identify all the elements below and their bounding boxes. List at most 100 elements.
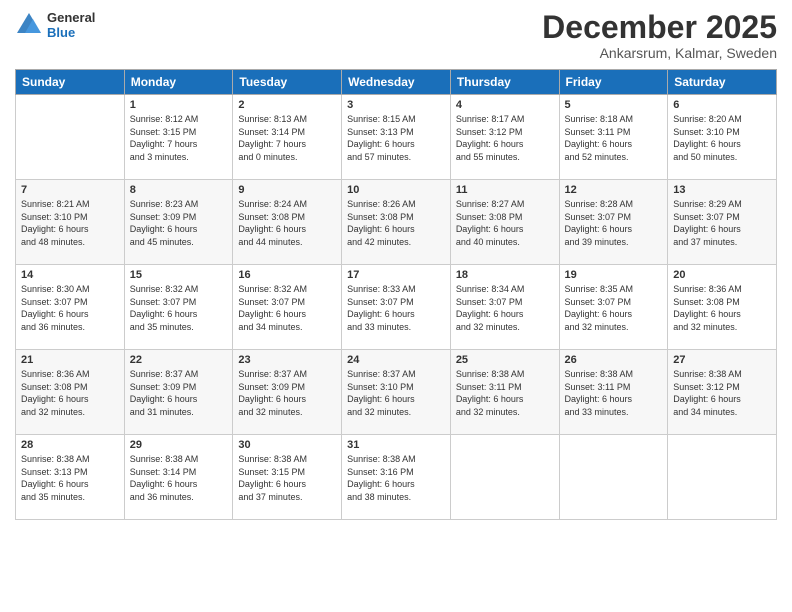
day-number: 5 <box>565 99 663 111</box>
day-number: 12 <box>565 184 663 196</box>
header-friday: Friday <box>559 70 668 95</box>
calendar-cell: 10 Sunrise: 8:26 AM Sunset: 3:08 PM Dayli… <box>342 180 451 265</box>
day-info: Sunrise: 8:28 AM Sunset: 3:07 PM Dayligh… <box>565 198 663 248</box>
day-info: Sunrise: 8:38 AM Sunset: 3:15 PM Dayligh… <box>238 453 336 503</box>
day-info: Sunrise: 8:38 AM Sunset: 3:16 PM Dayligh… <box>347 453 445 503</box>
calendar-cell: 27 Sunrise: 8:38 AM Sunset: 3:12 PM Dayli… <box>668 350 777 435</box>
calendar-cell: 8 Sunrise: 8:23 AM Sunset: 3:09 PM Daylig… <box>124 180 233 265</box>
day-number: 24 <box>347 354 445 366</box>
calendar-cell: 23 Sunrise: 8:37 AM Sunset: 3:09 PM Dayli… <box>233 350 342 435</box>
day-info: Sunrise: 8:36 AM Sunset: 3:08 PM Dayligh… <box>21 368 119 418</box>
day-info: Sunrise: 8:36 AM Sunset: 3:08 PM Dayligh… <box>673 283 771 333</box>
logo-text: General Blue <box>47 10 95 40</box>
calendar-cell: 25 Sunrise: 8:38 AM Sunset: 3:11 PM Dayli… <box>450 350 559 435</box>
day-info: Sunrise: 8:37 AM Sunset: 3:10 PM Dayligh… <box>347 368 445 418</box>
calendar-week-row: 7Sunrise: 8:21 AM Sunset: 3:10 PM Daylig… <box>16 180 777 265</box>
calendar-cell: 31 Sunrise: 8:38 AM Sunset: 3:16 PM Dayli… <box>342 435 451 520</box>
calendar-week-row: 21 Sunrise: 8:36 AM Sunset: 3:08 PM Dayli… <box>16 350 777 435</box>
calendar-cell: 12 Sunrise: 8:28 AM Sunset: 3:07 PM Dayli… <box>559 180 668 265</box>
calendar-cell <box>559 435 668 520</box>
calendar-cell: 19Sunrise: 8:35 AM Sunset: 3:07 PM Dayli… <box>559 265 668 350</box>
day-info: Sunrise: 8:37 AM Sunset: 3:09 PM Dayligh… <box>238 368 336 418</box>
calendar-cell: 3Sunrise: 8:15 AM Sunset: 3:13 PM Daylig… <box>342 95 451 180</box>
calendar-cell: 11Sunrise: 8:27 AM Sunset: 3:08 PM Dayli… <box>450 180 559 265</box>
day-number: 14 <box>21 269 119 281</box>
calendar-cell: 29 Sunrise: 8:38 AM Sunset: 3:14 PM Dayli… <box>124 435 233 520</box>
header-sunday: Sunday <box>16 70 125 95</box>
day-info: Sunrise: 8:32 AM Sunset: 3:07 PM Dayligh… <box>130 283 228 333</box>
calendar-cell: 7Sunrise: 8:21 AM Sunset: 3:10 PM Daylig… <box>16 180 125 265</box>
month-title: December 2025 <box>542 10 777 45</box>
day-info: Sunrise: 8:37 AM Sunset: 3:09 PM Dayligh… <box>130 368 228 418</box>
calendar-cell <box>16 95 125 180</box>
day-number: 9 <box>238 184 336 196</box>
day-number: 27 <box>673 354 771 366</box>
header-wednesday: Wednesday <box>342 70 451 95</box>
header-monday: Monday <box>124 70 233 95</box>
day-number: 8 <box>130 184 228 196</box>
day-number: 29 <box>130 439 228 451</box>
day-info: Sunrise: 8:30 AM Sunset: 3:07 PM Dayligh… <box>21 283 119 333</box>
header-saturday: Saturday <box>668 70 777 95</box>
day-info: Sunrise: 8:33 AM Sunset: 3:07 PM Dayligh… <box>347 283 445 333</box>
day-info: Sunrise: 8:17 AM Sunset: 3:12 PM Dayligh… <box>456 113 554 163</box>
calendar-table: Sunday Monday Tuesday Wednesday Thursday… <box>15 69 777 520</box>
logo: General Blue <box>15 10 95 40</box>
calendar-cell: 1 Sunrise: 8:12 AM Sunset: 3:15 PM Daylig… <box>124 95 233 180</box>
day-number: 21 <box>21 354 119 366</box>
day-info: Sunrise: 8:29 AM Sunset: 3:07 PM Dayligh… <box>673 198 771 248</box>
day-number: 15 <box>130 269 228 281</box>
header: General Blue December 2025 Ankarsrum, Ka… <box>15 10 777 61</box>
header-thursday: Thursday <box>450 70 559 95</box>
logo-blue: Blue <box>47 25 95 40</box>
day-number: 3 <box>347 99 445 111</box>
day-info: Sunrise: 8:18 AM Sunset: 3:11 PM Dayligh… <box>565 113 663 163</box>
calendar-cell: 28 Sunrise: 8:38 AM Sunset: 3:13 PM Dayli… <box>16 435 125 520</box>
day-info: Sunrise: 8:38 AM Sunset: 3:13 PM Dayligh… <box>21 453 119 503</box>
calendar-cell: 9Sunrise: 8:24 AM Sunset: 3:08 PM Daylig… <box>233 180 342 265</box>
calendar-cell: 14 Sunrise: 8:30 AM Sunset: 3:07 PM Dayli… <box>16 265 125 350</box>
calendar-container: General Blue December 2025 Ankarsrum, Ka… <box>0 0 792 612</box>
calendar-body: 1 Sunrise: 8:12 AM Sunset: 3:15 PM Daylig… <box>16 95 777 520</box>
day-number: 16 <box>238 269 336 281</box>
day-number: 20 <box>673 269 771 281</box>
day-info: Sunrise: 8:35 AM Sunset: 3:07 PM Dayligh… <box>565 283 663 333</box>
calendar-cell: 6Sunrise: 8:20 AM Sunset: 3:10 PM Daylig… <box>668 95 777 180</box>
calendar-cell: 21 Sunrise: 8:36 AM Sunset: 3:08 PM Dayli… <box>16 350 125 435</box>
day-number: 26 <box>565 354 663 366</box>
day-info: Sunrise: 8:27 AM Sunset: 3:08 PM Dayligh… <box>456 198 554 248</box>
day-info: Sunrise: 8:26 AM Sunset: 3:08 PM Dayligh… <box>347 198 445 248</box>
calendar-cell: 18 Sunrise: 8:34 AM Sunset: 3:07 PM Dayli… <box>450 265 559 350</box>
calendar-cell: 2Sunrise: 8:13 AM Sunset: 3:14 PM Daylig… <box>233 95 342 180</box>
calendar-cell: 13Sunrise: 8:29 AM Sunset: 3:07 PM Dayli… <box>668 180 777 265</box>
day-info: Sunrise: 8:38 AM Sunset: 3:11 PM Dayligh… <box>456 368 554 418</box>
logo-icon <box>15 11 43 39</box>
calendar-cell: 24 Sunrise: 8:37 AM Sunset: 3:10 PM Dayli… <box>342 350 451 435</box>
day-number: 18 <box>456 269 554 281</box>
calendar-cell <box>668 435 777 520</box>
day-info: Sunrise: 8:32 AM Sunset: 3:07 PM Dayligh… <box>238 283 336 333</box>
header-row: Sunday Monday Tuesday Wednesday Thursday… <box>16 70 777 95</box>
calendar-cell <box>450 435 559 520</box>
day-info: Sunrise: 8:12 AM Sunset: 3:15 PM Dayligh… <box>130 113 228 163</box>
day-number: 28 <box>21 439 119 451</box>
logo-general: General <box>47 10 95 25</box>
calendar-week-row: 1 Sunrise: 8:12 AM Sunset: 3:15 PM Daylig… <box>16 95 777 180</box>
calendar-cell: 26 Sunrise: 8:38 AM Sunset: 3:11 PM Dayli… <box>559 350 668 435</box>
day-number: 17 <box>347 269 445 281</box>
day-number: 1 <box>130 99 228 111</box>
day-number: 7 <box>21 184 119 196</box>
day-number: 4 <box>456 99 554 111</box>
day-info: Sunrise: 8:38 AM Sunset: 3:11 PM Dayligh… <box>565 368 663 418</box>
day-number: 10 <box>347 184 445 196</box>
day-info: Sunrise: 8:38 AM Sunset: 3:14 PM Dayligh… <box>130 453 228 503</box>
day-info: Sunrise: 8:20 AM Sunset: 3:10 PM Dayligh… <box>673 113 771 163</box>
day-number: 23 <box>238 354 336 366</box>
day-info: Sunrise: 8:23 AM Sunset: 3:09 PM Dayligh… <box>130 198 228 248</box>
day-number: 25 <box>456 354 554 366</box>
day-info: Sunrise: 8:38 AM Sunset: 3:12 PM Dayligh… <box>673 368 771 418</box>
day-info: Sunrise: 8:34 AM Sunset: 3:07 PM Dayligh… <box>456 283 554 333</box>
day-number: 31 <box>347 439 445 451</box>
calendar-cell: 4 Sunrise: 8:17 AM Sunset: 3:12 PM Daylig… <box>450 95 559 180</box>
calendar-cell: 16 Sunrise: 8:32 AM Sunset: 3:07 PM Dayli… <box>233 265 342 350</box>
